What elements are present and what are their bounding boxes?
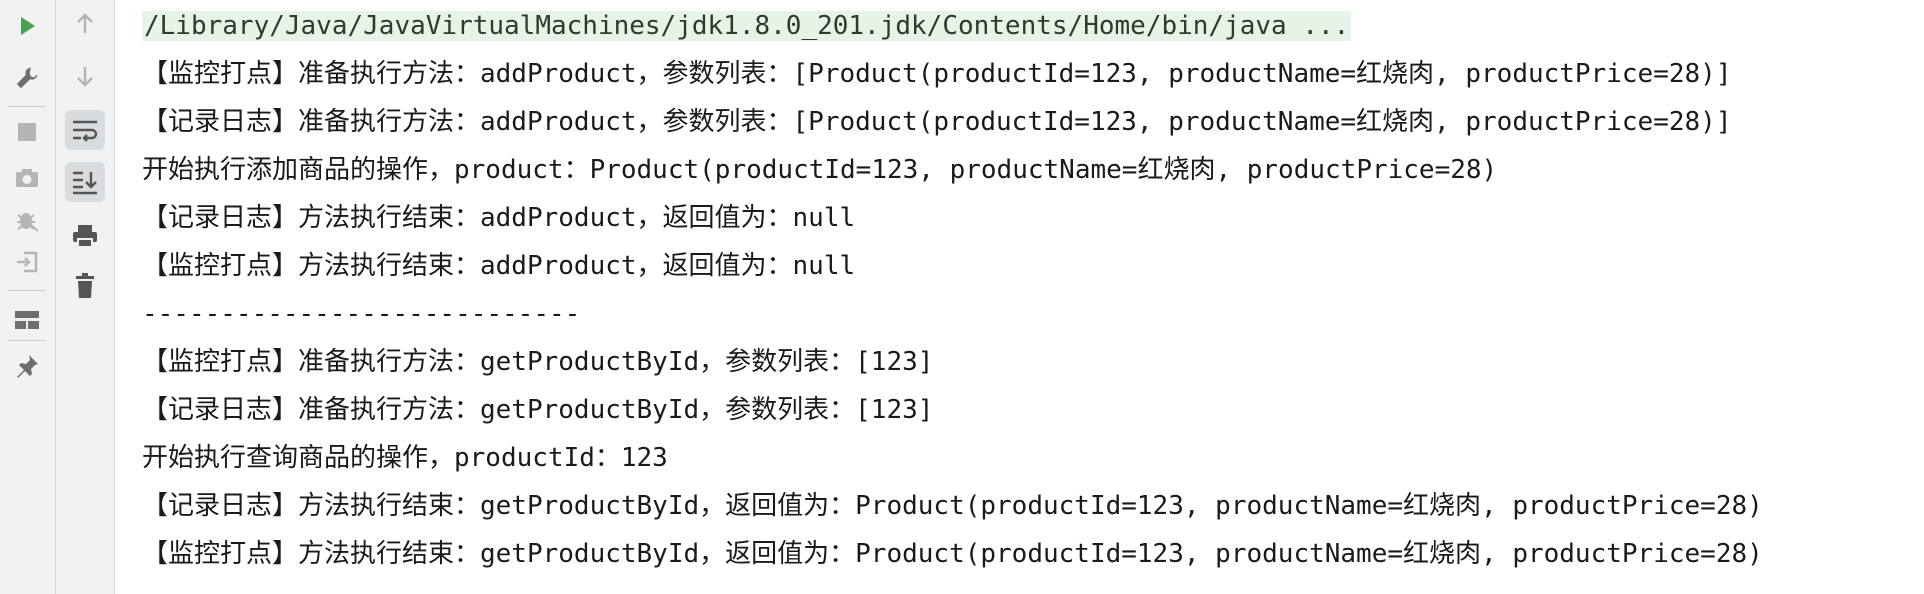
- console-line: 开始执行添加商品的操作，product：Product(productId=12…: [142, 155, 1498, 185]
- scroll-to-end-icon: [73, 171, 97, 195]
- layout-icon: [15, 311, 39, 329]
- console-command-line: /Library/Java/JavaVirtualMachines/jdk1.8…: [142, 4, 1916, 52]
- toolbar-separator: [8, 290, 46, 291]
- rerun-button[interactable]: [7, 6, 47, 46]
- console-line: 【监控打点】方法执行结束：addProduct，返回值为：null: [142, 251, 856, 281]
- console-line: 【监控打点】方法执行结束：getProductById，返回值为：Product…: [142, 539, 1763, 569]
- print-icon: [73, 225, 97, 248]
- soft-wrap-icon: [73, 120, 98, 142]
- stop-icon: [18, 123, 36, 141]
- pin-tab-button[interactable]: [7, 346, 47, 386]
- exit-icon: [17, 251, 38, 273]
- clear-all-button[interactable]: [65, 266, 105, 306]
- run-toolbar: [0, 0, 56, 594]
- debug-button[interactable]: [7, 200, 47, 240]
- camera-icon: [16, 169, 38, 187]
- scroll-to-end-button[interactable]: [65, 162, 105, 202]
- soft-wrap-button[interactable]: [65, 110, 105, 150]
- console-line: 【记录日志】准备执行方法：getProductById，参数列表：[123]: [142, 395, 934, 425]
- previous-occurrence-button[interactable]: [65, 4, 105, 44]
- console-toolbar: [56, 0, 115, 594]
- toolbar-separator: [8, 340, 46, 341]
- console-line: 开始执行查询商品的操作，productId：123: [142, 443, 668, 473]
- console-line: 【记录日志】准备执行方法：addProduct，参数列表：[Product(pr…: [142, 107, 1732, 137]
- exit-button[interactable]: [7, 242, 47, 282]
- next-occurrence-button[interactable]: [65, 56, 105, 96]
- console-line: 【监控打点】准备执行方法：getProductById，参数列表：[123]: [142, 347, 934, 377]
- console-separator-line: ----------------------------: [142, 299, 581, 329]
- toolbar-separator: [8, 106, 46, 107]
- trash-icon: [76, 273, 94, 298]
- console-line: 【监控打点】准备执行方法：addProduct，参数列表：[Product(pr…: [142, 59, 1732, 89]
- console-line: 【记录日志】方法执行结束：addProduct，返回值为：null: [142, 203, 856, 233]
- wrench-icon: [16, 67, 38, 89]
- stop-button[interactable]: [7, 112, 47, 152]
- print-button[interactable]: [65, 216, 105, 256]
- debug-icon: [17, 213, 39, 232]
- thread-dump-button[interactable]: [7, 158, 47, 198]
- console-line: 【记录日志】方法执行结束：getProductById，返回值为：Product…: [142, 491, 1763, 521]
- java-command[interactable]: /Library/Java/JavaVirtualMachines/jdk1.8…: [142, 11, 1352, 41]
- run-icon: [21, 17, 35, 35]
- settings-button[interactable]: [7, 58, 47, 98]
- layout-button[interactable]: [7, 300, 47, 340]
- arrow-up-icon: [77, 13, 93, 33]
- console-output[interactable]: /Library/Java/JavaVirtualMachines/jdk1.8…: [142, 4, 1916, 594]
- arrow-down-icon: [77, 67, 93, 87]
- pin-icon: [17, 355, 38, 378]
